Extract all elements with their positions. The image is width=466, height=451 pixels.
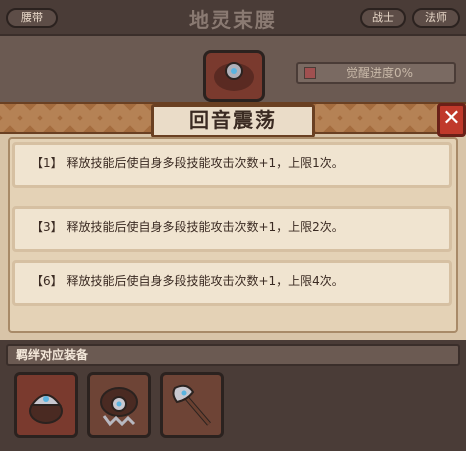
- effect-row-6: 【6】 释放技能后使自身多段技能攻击次数+1，上限4次。: [12, 260, 452, 306]
- belt-icon: [214, 62, 254, 91]
- bond-item-belt[interactable]: [87, 372, 151, 438]
- popup-title: 回音震荡: [151, 104, 315, 138]
- awaken-progress: 觉醒进度0%: [296, 62, 456, 84]
- effect-row-3: 【3】 释放技能后使自身多段技能攻击次数+1，上限2次。: [12, 206, 452, 252]
- belt-icon: [100, 387, 138, 427]
- progress-chip-icon: [304, 67, 316, 79]
- axe-icon: [172, 384, 211, 426]
- effect-row-1: 【1】 释放技能后使自身多段技能攻击次数+1，上限1次。: [12, 142, 452, 188]
- bond-item-helmet[interactable]: [14, 372, 78, 438]
- tab-warrior[interactable]: 战士: [360, 8, 406, 28]
- close-button[interactable]: ✕: [437, 103, 466, 137]
- helmet-icon: [29, 394, 63, 424]
- gear-preview-frame: [203, 50, 265, 102]
- tab-mage[interactable]: 法师: [412, 8, 460, 28]
- bond-header: 羁绊对应装备: [6, 344, 460, 366]
- awaken-progress-label: 觉醒进度0%: [346, 66, 414, 80]
- bond-item-axe[interactable]: [160, 372, 224, 438]
